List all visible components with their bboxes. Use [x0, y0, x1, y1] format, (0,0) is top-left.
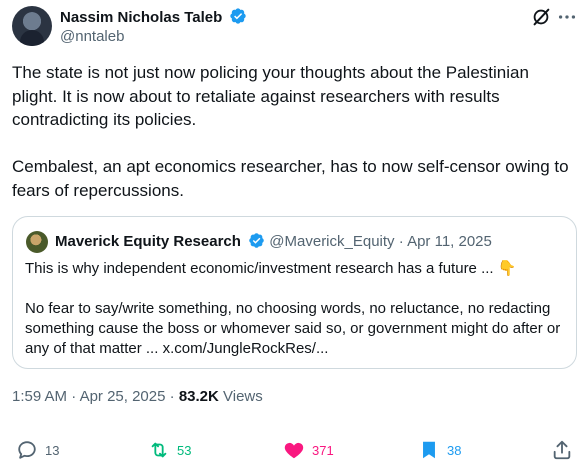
tweet-meta: 1:59 AM · Apr 25, 2025 · 83.2K Views	[12, 388, 263, 405]
meta-separator: ·	[169, 388, 175, 405]
heart-icon	[284, 442, 304, 459]
quoted-tweet-card[interactable]: Maverick Equity Research @Maverick_Equit…	[12, 216, 577, 369]
reply-count: 13	[45, 442, 60, 458]
author-name-text[interactable]: Nassim Nicholas Taleb	[60, 9, 222, 26]
quoted-verified-badge-icon	[249, 233, 264, 248]
reply-button[interactable]: 13	[16, 438, 59, 462]
bookmark-button[interactable]: 38	[418, 438, 461, 462]
tweet-date[interactable]: Apr 25, 2025	[80, 388, 166, 405]
quoted-author-avatar[interactable]	[26, 231, 48, 253]
views-count: 83.2K	[178, 388, 219, 405]
verified-badge-icon	[230, 8, 247, 24]
repost-button[interactable]: 53	[148, 438, 191, 462]
author-name[interactable]: Nassim Nicholas Taleb	[60, 7, 247, 26]
share-button[interactable]	[551, 438, 573, 462]
more-icon[interactable]	[556, 6, 578, 28]
tweet-text: The state is not just now policing your …	[12, 63, 569, 200]
author-avatar[interactable]	[12, 6, 52, 46]
quoted-author-handle[interactable]: @Maverick_Equity	[269, 233, 394, 250]
quoted-date[interactable]: Apr 11, 2025	[407, 233, 492, 250]
share-icon	[553, 440, 571, 460]
quoted-tweet-header: Maverick Equity Research @Maverick_Equit…	[55, 232, 492, 250]
like-button[interactable]: 371	[283, 438, 334, 462]
repost-icon	[151, 442, 167, 458]
like-count: 371	[312, 442, 334, 458]
reply-icon	[18, 441, 36, 459]
repost-count: 53	[177, 442, 192, 458]
bookmark-icon	[423, 441, 435, 459]
quoted-separator: ·	[398, 233, 404, 250]
meta-separator: ·	[71, 388, 77, 405]
tweet-time[interactable]: 1:59 AM	[12, 388, 67, 405]
author-handle[interactable]: @nntaleb	[60, 28, 124, 45]
bookmark-count: 38	[447, 442, 462, 458]
quoted-author-name[interactable]: Maverick Equity Research	[55, 233, 241, 250]
grok-icon[interactable]	[530, 6, 552, 28]
quoted-tweet-text: This is why independent economic/investm…	[25, 260, 561, 357]
views-label: Views	[223, 388, 263, 405]
